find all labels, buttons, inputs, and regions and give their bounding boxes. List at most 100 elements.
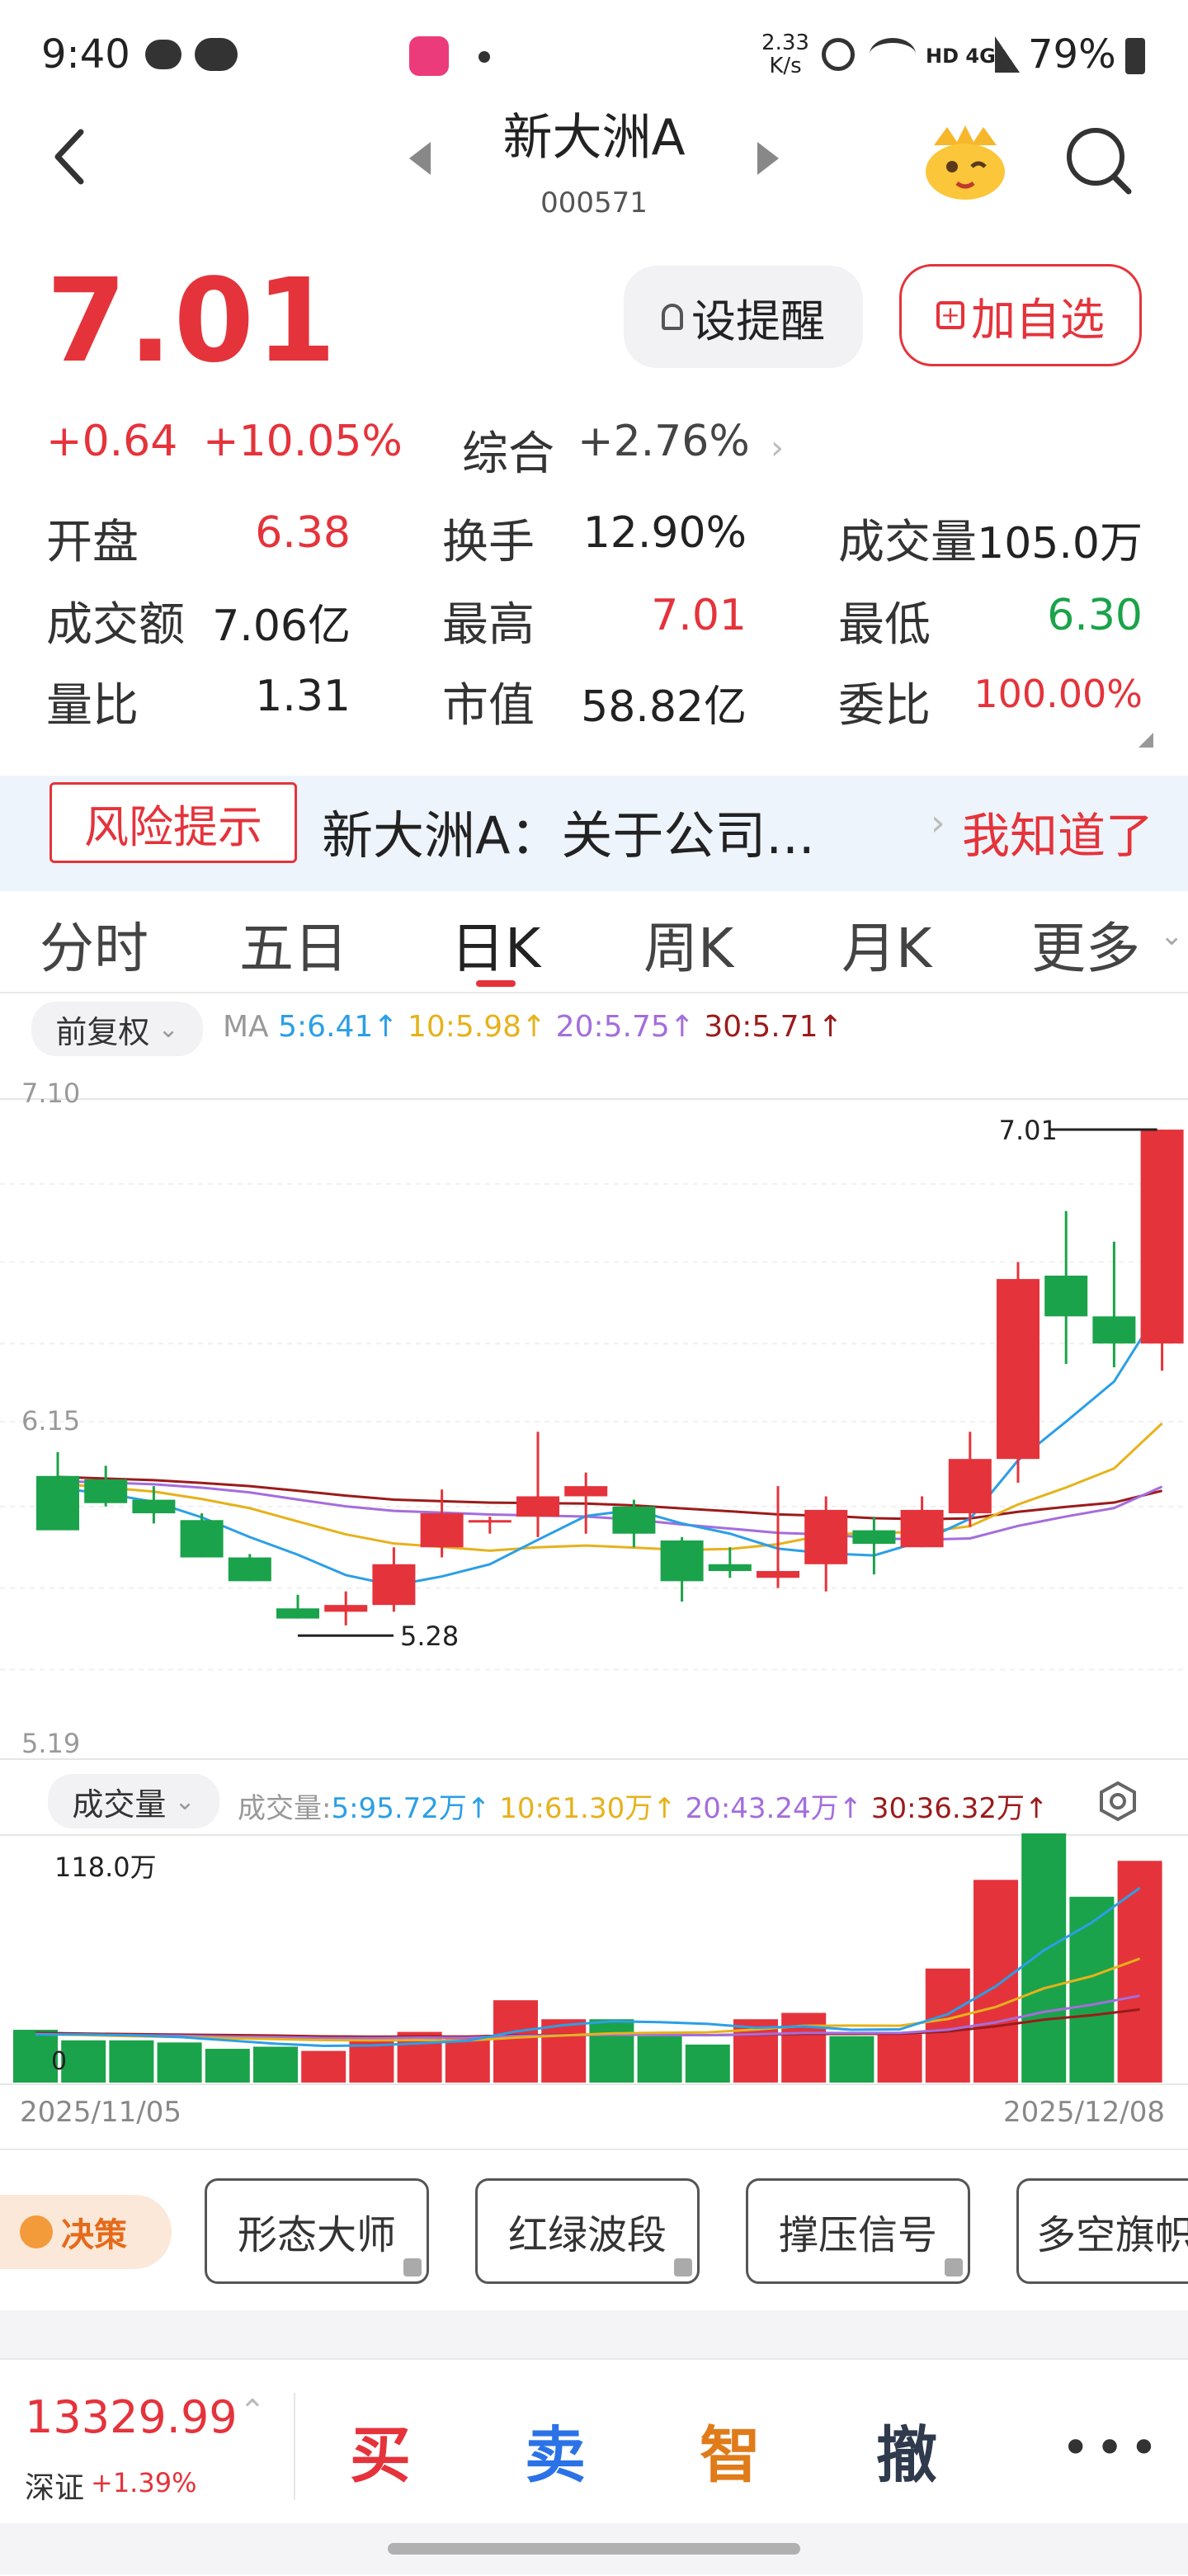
wifi-icon <box>870 38 916 71</box>
chevron-down-icon: ⌄ <box>158 1014 179 1044</box>
set-alert-button[interactable]: 设提醒 <box>624 266 863 368</box>
stat-value-2: 105.0万 <box>977 519 1143 569</box>
volume-bar <box>445 2036 490 2083</box>
settings-icon[interactable] <box>1097 1781 1138 1825</box>
decision-button-1[interactable]: 红绿波段 <box>475 2178 700 2284</box>
volume-bar <box>157 2042 202 2083</box>
index-change: +1.39% <box>91 2467 197 2498</box>
volume-bar <box>301 2050 346 2083</box>
decision-button-label: 撑压信号 <box>778 2212 937 2258</box>
adjust-dropdown[interactable]: 前复权 ⌄ <box>31 1002 203 1056</box>
mascot-icon[interactable] <box>922 120 1008 206</box>
volume-bar <box>253 2046 298 2083</box>
candle-body <box>997 1279 1040 1460</box>
ma5-value: 5:6.41↑ <box>278 1010 398 1044</box>
decision-button-label: 形态大师 <box>237 2212 396 2258</box>
tab-0[interactable]: 分时 <box>40 904 148 984</box>
ma20-value: 20:5.75↑ <box>555 1010 695 1044</box>
chevron-down-icon[interactable]: ⌄ <box>1160 919 1184 952</box>
index-value[interactable]: 13329.99 <box>25 2391 238 2443</box>
volume-bar <box>541 2019 587 2083</box>
more-options-icon[interactable]: ••• <box>1061 2419 1163 2477</box>
app-notification-icon <box>409 36 449 76</box>
stat-value-5: 6.30 <box>1047 591 1143 640</box>
low-marker-label: 5.28 <box>400 1621 459 1652</box>
search-icon[interactable] <box>1064 124 1135 201</box>
kline-chart[interactable]: 7.10 6.15 5.19 7.01 5.28 <box>0 1066 1188 1767</box>
home-indicator[interactable] <box>388 2543 800 2555</box>
volume-top-label: 118.0万 <box>54 1852 157 1883</box>
vol-ma20: 20:43.24万↑ <box>685 1792 863 1825</box>
candle-body <box>948 1459 992 1514</box>
candle-body <box>900 1509 944 1548</box>
volume-bar <box>493 2000 538 2083</box>
volume-bar <box>61 2040 106 2083</box>
candle-body <box>564 1486 608 1497</box>
tab-1[interactable]: 五日 <box>239 904 348 984</box>
status-time: 9:40 <box>41 31 130 78</box>
candle-body <box>276 1608 319 1619</box>
decision-button-3[interactable]: 多空旗帜 <box>1016 2178 1188 2284</box>
tab-3[interactable]: 周K <box>644 904 733 984</box>
volume-bar <box>637 2036 682 2083</box>
buy-button[interactable]: 买 <box>350 2406 411 2494</box>
vol-ma10: 10:61.30万↑ <box>499 1792 676 1825</box>
risk-text[interactable]: 新大洲A：关于公司... <box>322 794 815 868</box>
stat-label-0: 开盘 <box>46 516 139 569</box>
set-alert-label: 设提醒 <box>691 295 825 347</box>
stat-label-3: 成交额 <box>46 598 185 652</box>
ma-label: MA <box>223 1010 269 1044</box>
plus-box-icon: + <box>936 301 964 329</box>
volume-bar <box>1117 1861 1162 2083</box>
lock-icon <box>403 2258 422 2276</box>
candle-body <box>420 1513 464 1548</box>
decision-icon <box>20 2215 53 2248</box>
decision-button-label: 多空旗帜 <box>1035 2212 1188 2258</box>
wechat-icon <box>195 38 238 71</box>
bottom-separator <box>294 2393 295 2500</box>
candle-body <box>372 1564 416 1606</box>
candle-body <box>1140 1130 1184 1344</box>
add-favorite-button[interactable]: + 加自选 <box>899 264 1142 366</box>
smart-button[interactable]: 智 <box>700 2406 761 2494</box>
decision-button-2[interactable]: 撑压信号 <box>746 2178 970 2284</box>
acknowledge-button[interactable]: 我知道了 <box>962 797 1153 866</box>
message-icon <box>145 40 182 69</box>
candle-body <box>757 1571 799 1578</box>
stat-label-1: 换手 <box>442 516 535 569</box>
stat-label-8: 委比 <box>838 679 931 733</box>
decision-badge[interactable]: 决策 <box>0 2195 172 2269</box>
chevron-up-icon[interactable]: ⌃ <box>239 2393 266 2429</box>
expand-corner-icon[interactable] <box>1138 733 1153 748</box>
status-bar: 9:40 2.33 K/s HD 4G 79% <box>0 0 1188 107</box>
vol-ma30: 30:36.32万↑ <box>870 1792 1049 1825</box>
composite-value[interactable]: +2.76% <box>578 417 750 466</box>
chevron-right-icon[interactable]: › <box>771 429 784 467</box>
y-label-top: 7.10 <box>21 1078 80 1109</box>
decision-button-0[interactable]: 形态大师 <box>205 2178 429 2284</box>
sell-button[interactable]: 卖 <box>525 2406 586 2494</box>
volume-prefix: 成交量: <box>238 1792 332 1825</box>
volume-bar <box>877 2034 922 2083</box>
candle-body <box>132 1499 176 1514</box>
tab-4[interactable]: 月K <box>842 904 931 984</box>
cancel-order-button[interactable]: 撤 <box>876 2406 937 2494</box>
alarm-icon <box>822 38 855 71</box>
next-stock-icon[interactable] <box>754 140 782 180</box>
y-label-bottom: 5.19 <box>21 1728 80 1759</box>
high-marker-label: 7.01 <box>999 1115 1058 1146</box>
candle-body <box>516 1496 559 1517</box>
candle-body <box>324 1605 368 1612</box>
lock-icon <box>945 2258 963 2276</box>
candle-body <box>1092 1316 1136 1344</box>
candle-body <box>660 1540 704 1582</box>
battery-icon <box>1125 38 1145 74</box>
tab-5[interactable]: 更多 <box>1031 904 1140 984</box>
lock-icon <box>674 2258 692 2276</box>
volume-dropdown[interactable]: 成交量 ⌄ <box>48 1774 219 1828</box>
date-start: 2025/11/05 <box>20 2096 182 2129</box>
tab-2[interactable]: 日K <box>450 904 540 984</box>
volume-bar <box>109 2040 154 2083</box>
volume-chart[interactable]: 118.0万 0 <box>0 1833 1188 2097</box>
candle-body <box>1044 1275 1088 1317</box>
